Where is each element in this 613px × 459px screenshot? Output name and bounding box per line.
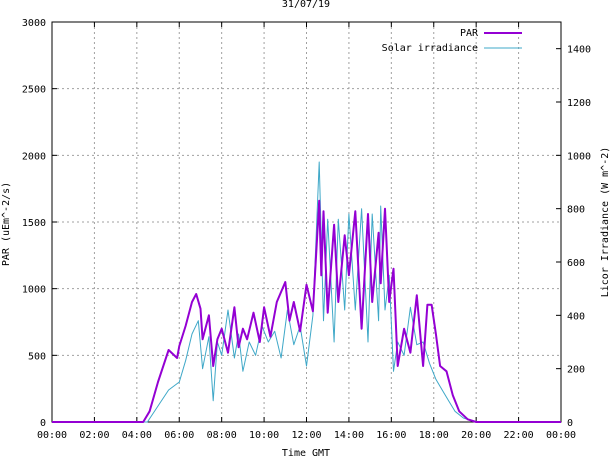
legend-label-par: PAR (460, 28, 479, 39)
x-tick-label: 00:00 (37, 430, 67, 441)
y-right-tick-label: 400 (567, 311, 585, 322)
y-left-tick-label: 0 (40, 418, 46, 429)
y-left-tick-label: 2000 (22, 151, 46, 162)
chart-title: 31/07/19 (282, 0, 330, 10)
y-left-tick-label: 500 (28, 351, 46, 362)
y-right-tick-label: 1000 (567, 151, 591, 162)
y-right-tick-label: 600 (567, 258, 585, 269)
y-right-tick-label: 1200 (567, 98, 591, 109)
legend-label-solar: Solar irradiance (382, 43, 478, 54)
y-left-tick-label: 1000 (22, 285, 46, 296)
x-tick-label: 20:00 (461, 430, 491, 441)
y-right-tick-label: 1400 (567, 45, 591, 56)
x-tick-label: 16:00 (376, 430, 406, 441)
y-right-tick-label: 800 (567, 205, 585, 216)
x-tick-label: 08:00 (207, 430, 237, 441)
x-tick-label: 06:00 (164, 430, 194, 441)
y-left-tick-label: 2500 (22, 85, 46, 96)
y-left-tick-label: 3000 (22, 18, 46, 29)
y-right-tick-label: 200 (567, 365, 585, 376)
x-tick-label: 02:00 (79, 430, 109, 441)
x-tick-label: 18:00 (419, 430, 449, 441)
x-tick-label: 10:00 (249, 430, 279, 441)
par-irradiance-chart: 00:00 02:00 04:00 06:00 08:00 10:00 12:00 14:00… (0, 0, 613, 459)
x-tick-label: 12:00 (291, 430, 321, 441)
x-tick-label: 22:00 (504, 430, 534, 441)
x-tick-label: 14:00 (334, 430, 364, 441)
y-axis-left-label: PAR (uEm^-2/s) (1, 182, 12, 266)
x-tick-label: 00:00 (546, 430, 576, 441)
y-axis-right-label: Licor Irradiance (W m^-2) (600, 147, 611, 298)
x-tick-label: 04:00 (122, 430, 152, 441)
y-left-tick-label: 1500 (22, 218, 46, 229)
x-axis-label: Time GMT (282, 448, 330, 459)
y-right-tick-label: 0 (567, 418, 573, 429)
